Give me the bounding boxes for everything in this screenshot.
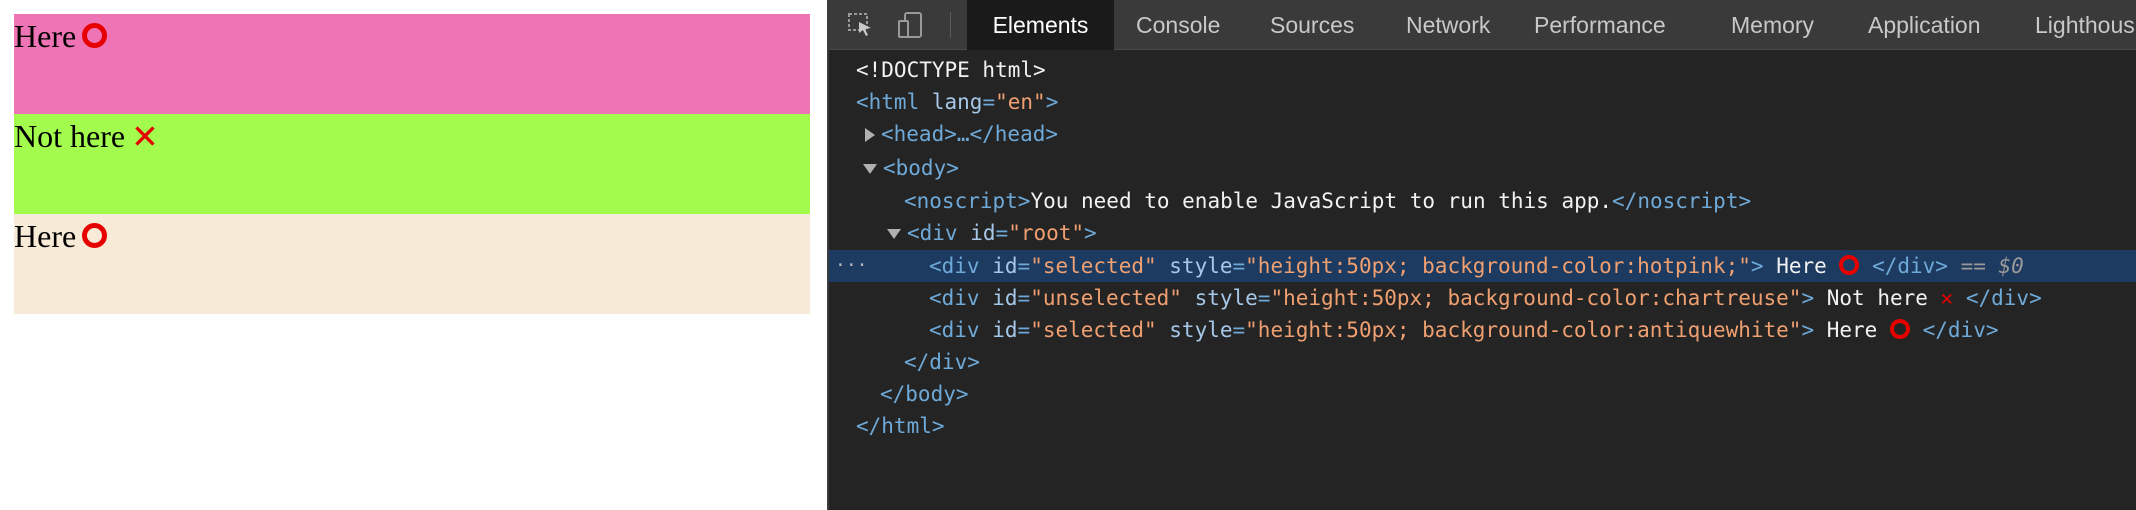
block-unselected-chartreuse: Not here ✕ — [14, 114, 810, 214]
selected-node-marker: == $0 — [1960, 254, 2024, 278]
dom-node-body[interactable]: <body> — [829, 152, 2136, 184]
attr-value: "height:50px; background-color:hotpink;" — [1245, 254, 1751, 278]
tag-name: <head>…</head> — [881, 122, 1059, 146]
devtools-tabbar: Elements Console Sources Network Perform… — [829, 0, 2136, 50]
collapse-arrow-icon[interactable] — [863, 164, 877, 174]
red-circle-icon — [1839, 255, 1860, 275]
tab-elements[interactable]: Elements — [967, 0, 1114, 50]
tab-network[interactable]: Network — [1406, 0, 1490, 50]
page-preview: Here Not here ✕ Here — [0, 0, 827, 510]
device-toolbar-icon[interactable] — [897, 12, 925, 38]
doctype-text: <!DOCTYPE html> — [856, 58, 1046, 82]
tab-application[interactable]: Application — [1868, 0, 1981, 50]
node-text: Here — [1763, 254, 1840, 278]
attr-value: "height:50px; background-color:antiquewh… — [1245, 318, 1802, 342]
block-label: Here — [14, 218, 77, 254]
dom-node-div-unselected[interactable]: <div id="unselected" style="height:50px;… — [829, 282, 2136, 314]
attr-value: "en" — [995, 90, 1046, 114]
red-cross-icon: ✕ — [1940, 286, 1954, 310]
node-text: Here — [1814, 318, 1890, 342]
tab-memory[interactable]: Memory — [1731, 0, 1814, 50]
tab-console[interactable]: Console — [1136, 0, 1220, 50]
attr-name: lang — [931, 90, 983, 114]
expand-arrow-icon[interactable] — [865, 128, 875, 142]
block-label: Not here — [14, 118, 126, 154]
dom-node-div-selected-hotpink[interactable]: ··· <div id="selected" style="height:50px… — [829, 250, 2136, 282]
dom-node-noscript[interactable]: <noscript>You need to enable JavaScript … — [829, 185, 2136, 217]
inspect-element-icon[interactable] — [847, 12, 875, 38]
node-text: Not here — [1814, 286, 1941, 310]
tag-name: </div> — [904, 350, 980, 374]
tab-sources[interactable]: Sources — [1270, 0, 1354, 50]
noscript-text: You need to enable JavaScript to run thi… — [1030, 189, 1613, 213]
tag-name: </body> — [880, 382, 969, 406]
attr-value: "unselected" — [1030, 286, 1182, 310]
red-circle-icon — [1889, 319, 1910, 339]
dom-node-body-close[interactable]: </body> — [829, 378, 2136, 410]
red-cross-icon: ✕ — [131, 117, 159, 156]
tag-name: <noscript> — [904, 189, 1031, 213]
tag-name: <html — [856, 90, 920, 114]
dom-node-doctype[interactable]: <!DOCTYPE html> — [829, 54, 2136, 86]
dom-node-div-selected-antiquewhite[interactable]: <div id="selected" style="height:50px; b… — [829, 314, 2136, 346]
tag-name: </noscript> — [1612, 189, 1752, 213]
dom-node-html[interactable]: <html lang="en"> — [829, 86, 2136, 118]
tag-name: <div — [907, 221, 958, 245]
red-circle-icon — [82, 23, 108, 48]
toolbar-separator — [950, 12, 951, 38]
dom-node-root-close[interactable]: </div> — [829, 346, 2136, 378]
dom-tree: <!DOCTYPE html> <html lang="en"> <head>…… — [829, 50, 2136, 510]
block-label: Here — [14, 18, 77, 54]
attr-value: "selected" — [1030, 254, 1157, 278]
tab-performance[interactable]: Performance — [1534, 0, 1666, 50]
block-selected-hotpink: Here — [14, 14, 810, 114]
attr-value: "root" — [1008, 221, 1085, 245]
devtools-panel: Elements Console Sources Network Perform… — [829, 0, 2136, 510]
dom-node-html-close[interactable]: </html> — [829, 410, 2136, 442]
block-selected-antiquewhite: Here — [14, 214, 810, 314]
attr-name: id — [970, 221, 996, 245]
dom-node-head[interactable]: <head>…</head> — [829, 118, 2136, 150]
dom-node-root[interactable]: <div id="root"> — [829, 217, 2136, 249]
attr-value: "selected" — [1030, 318, 1157, 342]
tab-lighthouse[interactable]: Lighthous — [2035, 0, 2135, 50]
more-actions-icon[interactable]: ··· — [835, 250, 868, 282]
red-circle-icon — [82, 223, 108, 248]
collapse-arrow-icon[interactable] — [887, 229, 901, 239]
tag-name: <body> — [883, 156, 959, 180]
attr-value: "height:50px; background-color:chartreus… — [1270, 286, 1802, 310]
tag-name: </html> — [856, 414, 945, 438]
